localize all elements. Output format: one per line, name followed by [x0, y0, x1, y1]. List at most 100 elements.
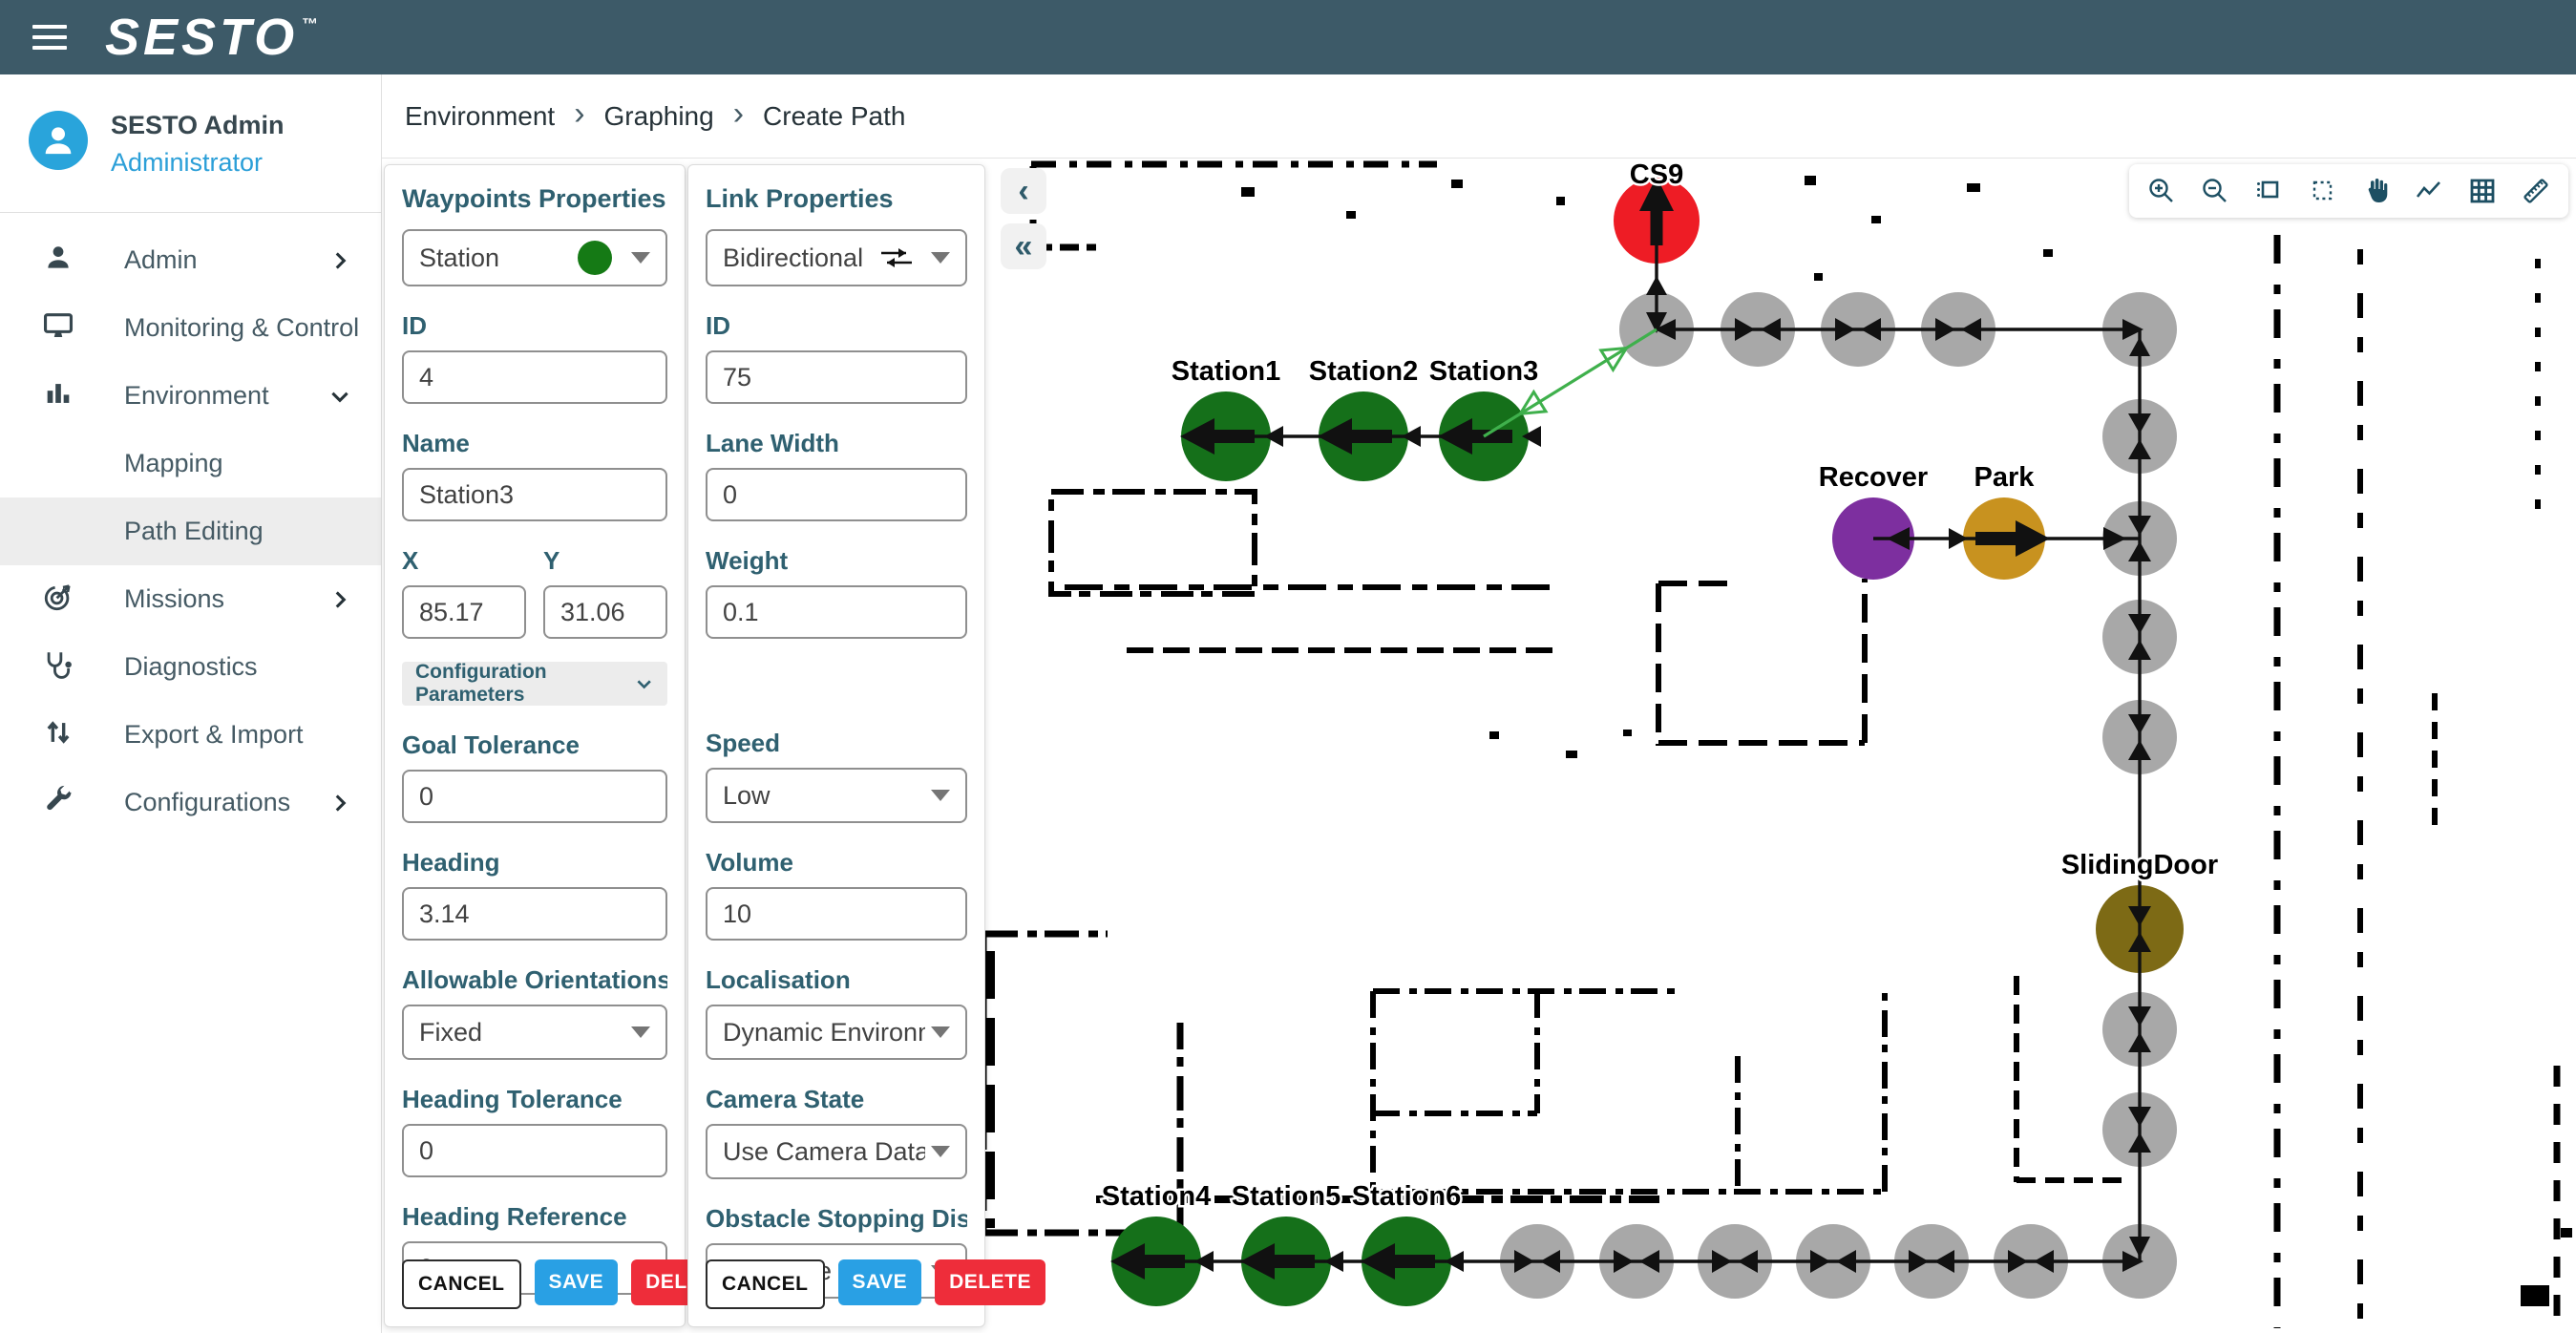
- save-button[interactable]: SAVE: [535, 1259, 619, 1305]
- waypoints-properties-panel: Waypoints Properties Station ID 4 Name S…: [384, 164, 686, 1327]
- collapse-all-panels-button[interactable]: «: [1001, 223, 1046, 269]
- measure-ruler-icon[interactable]: [2521, 176, 2551, 206]
- delete-button[interactable]: DELETE: [935, 1259, 1045, 1305]
- cancel-button[interactable]: CANCEL: [402, 1259, 521, 1309]
- fit-screen-icon[interactable]: [2253, 176, 2284, 206]
- breadcrumb-separator: ›: [733, 95, 744, 133]
- zoom-in-icon[interactable]: [2146, 176, 2177, 206]
- chevron-down-icon: [327, 384, 352, 409]
- app-root: SESTO™ SESTO Admin Administrator Admin: [0, 0, 2576, 1333]
- obstacle-stopping-distance-label: Obstacle Stopping Distanc: [706, 1204, 967, 1234]
- camera-state-select[interactable]: Use Camera Data: [706, 1124, 967, 1179]
- bidirectional-arrows-icon: [877, 243, 916, 272]
- weight-input[interactable]: 0.1: [706, 585, 967, 639]
- cancel-button[interactable]: CANCEL: [706, 1259, 825, 1309]
- heading-reference-label: Heading Reference: [402, 1202, 667, 1232]
- arrows-up-down-icon: [42, 716, 80, 754]
- lane-width-input[interactable]: 0: [706, 468, 967, 521]
- breadcrumb: Environment › Graphing › Create Path: [382, 74, 2576, 159]
- allowable-orientations-label: Allowable Orientations: [402, 965, 667, 995]
- sidebar-item-mapping[interactable]: Mapping: [0, 430, 381, 497]
- sidebar-item-monitoring[interactable]: Monitoring & Control: [0, 294, 381, 362]
- zoom-out-icon[interactable]: [2200, 176, 2230, 206]
- map-node-label: Station5: [1232, 1181, 1341, 1212]
- chevron-down-icon: [634, 672, 654, 695]
- allowable-orientations-select[interactable]: Fixed: [402, 1005, 667, 1060]
- caret-down-icon: [931, 1026, 950, 1038]
- top-bar: SESTO™: [0, 0, 2576, 74]
- breadcrumb-create-path[interactable]: Create Path: [763, 101, 905, 132]
- user-name: SESTO Admin: [111, 111, 285, 140]
- draw-path-icon[interactable]: [2414, 176, 2444, 206]
- speed-select[interactable]: Low: [706, 768, 967, 823]
- localisation-select[interactable]: Dynamic Environment: [706, 1005, 967, 1060]
- marquee-select-icon[interactable]: [2307, 176, 2337, 206]
- caret-down-icon: [931, 1146, 950, 1157]
- name-input[interactable]: Station3: [402, 468, 667, 521]
- stethoscope-icon: [42, 648, 80, 687]
- sidebar-item-missions[interactable]: Missions: [0, 565, 381, 633]
- map-node-label: Recover: [1819, 462, 1928, 493]
- x-label: X: [402, 546, 526, 576]
- lane-width-label: Lane Width: [706, 429, 967, 458]
- sidebar-item-environment[interactable]: Environment: [0, 362, 381, 430]
- person-icon: [42, 242, 80, 280]
- map-node-label: Station1: [1172, 356, 1280, 387]
- person-icon: [39, 121, 77, 159]
- map-node-label: Park: [1974, 462, 2036, 493]
- sidebar-item-export-import[interactable]: Export & Import: [0, 701, 381, 769]
- caret-down-icon: [931, 252, 950, 264]
- y-input[interactable]: 31.06: [543, 585, 667, 639]
- id-label: ID: [402, 311, 667, 341]
- station-color-dot: [578, 241, 612, 275]
- chevron-right-icon: [327, 791, 352, 815]
- collapse-panel-button[interactable]: ‹: [1001, 168, 1046, 214]
- save-button[interactable]: SAVE: [838, 1259, 922, 1305]
- map-node-label: Station4: [1102, 1181, 1211, 1212]
- grid-icon[interactable]: [2467, 176, 2498, 206]
- link-direction-select[interactable]: Bidirectional: [706, 229, 967, 286]
- configuration-parameters-toggle[interactable]: Configuration Parameters: [402, 662, 667, 706]
- user-role: Administrator: [111, 148, 285, 178]
- sidebar-nav: Admin Monitoring & Control Environment M…: [0, 213, 381, 836]
- monitor-icon: [42, 309, 80, 348]
- breadcrumb-graphing[interactable]: Graphing: [604, 101, 714, 132]
- link-properties-panel: Link Properties Bidirectional ID 75 Lane…: [687, 164, 985, 1327]
- sidebar-item-admin[interactable]: Admin: [0, 226, 381, 294]
- caret-down-icon: [631, 252, 650, 264]
- panel-title: Link Properties: [706, 184, 967, 214]
- volume-input[interactable]: 10: [706, 887, 967, 941]
- path-graph: CS9SlidingDoorStation1Station2Station3Re…: [1102, 159, 2218, 1306]
- avatar[interactable]: [29, 111, 88, 170]
- link-id-input[interactable]: 75: [706, 350, 967, 404]
- id-input[interactable]: 4: [402, 350, 667, 404]
- user-profile: SESTO Admin Administrator: [0, 74, 381, 178]
- waypoint-type-select[interactable]: Station: [402, 229, 667, 286]
- heading-tolerance-label: Heading Tolerance: [402, 1085, 667, 1114]
- map-node-label: CS9: [1630, 159, 1683, 190]
- caret-down-icon: [631, 1026, 650, 1038]
- y-label: Y: [543, 546, 667, 576]
- sidebar-item-diagnostics[interactable]: Diagnostics: [0, 633, 381, 701]
- heading-tolerance-input[interactable]: 0: [402, 1124, 667, 1177]
- goal-tolerance-label: Goal Tolerance: [402, 730, 667, 760]
- weight-label: Weight: [706, 546, 967, 576]
- pan-hand-icon[interactable]: [2360, 176, 2391, 206]
- map-node-label: Station6: [1352, 1181, 1461, 1212]
- heading-label: Heading: [402, 848, 667, 878]
- sidebar-item-configurations[interactable]: Configurations: [0, 769, 381, 836]
- breadcrumb-separator: ›: [574, 95, 584, 133]
- map-node-label: Station2: [1309, 356, 1418, 387]
- link-id-label: ID: [706, 311, 967, 341]
- goal-tolerance-input[interactable]: 0: [402, 770, 667, 823]
- heading-input[interactable]: 3.14: [402, 887, 667, 941]
- breadcrumb-environment[interactable]: Environment: [405, 101, 555, 132]
- menu-icon[interactable]: [32, 25, 67, 50]
- sidebar-item-path-editing[interactable]: Path Editing: [0, 497, 381, 565]
- chevron-right-icon: [327, 587, 352, 612]
- bar-chart-icon: [42, 377, 80, 415]
- map-node-label: Station3: [1429, 356, 1538, 387]
- x-input[interactable]: 85.17: [402, 585, 526, 639]
- brand-logo: SESTO™: [105, 11, 318, 63]
- sidebar: SESTO Admin Administrator Admin Monitori…: [0, 74, 382, 1333]
